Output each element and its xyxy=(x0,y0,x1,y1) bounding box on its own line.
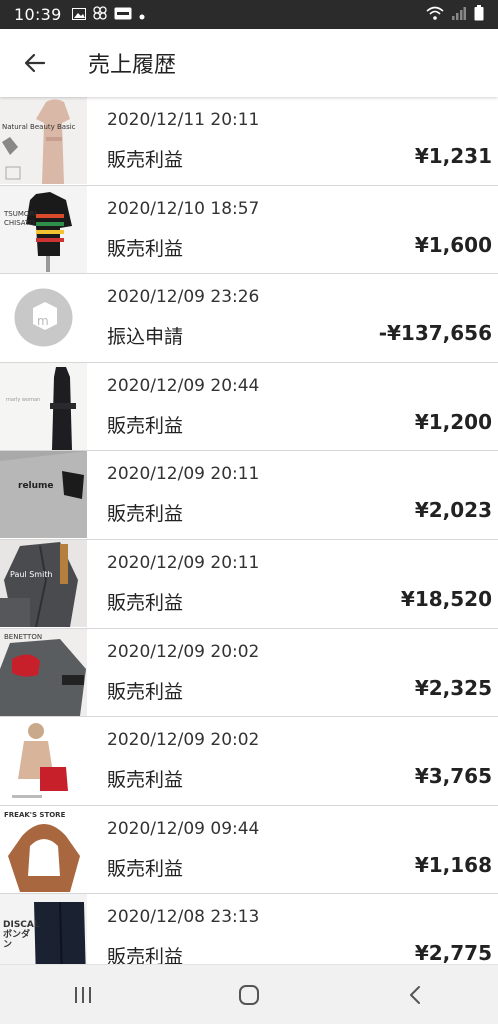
thumb-brand-label: relume xyxy=(18,481,54,492)
item-thumbnail: relume xyxy=(0,451,87,539)
entry-amount: ¥2,775 xyxy=(414,941,492,965)
entry-type: 販売利益 xyxy=(107,591,184,614)
battery-icon xyxy=(474,4,484,25)
entry-amount: ¥1,600 xyxy=(414,232,492,257)
list-item[interactable]: relume 2020/12/09 20:11 販売利益 ¥2,023 xyxy=(0,451,498,540)
home-button[interactable] xyxy=(219,965,279,1024)
list-item[interactable]: BENETTON 2020/12/09 20:02 販売利益 ¥2,325 xyxy=(0,628,498,718)
entry-type: 振込申請 xyxy=(107,326,184,349)
entry-amount: ¥2,023 xyxy=(414,498,492,523)
item-thumbnail: TSUMORI CHISATO xyxy=(0,185,87,273)
pinwheel-icon xyxy=(92,5,107,24)
entry-date: 2020/12/08 23:13 xyxy=(107,907,260,928)
recent-apps-icon xyxy=(75,986,91,1003)
item-thumbnail xyxy=(0,717,87,805)
list-item[interactable]: m 2020/12/09 23:26 振込申請 -¥137,656 xyxy=(0,274,498,363)
entry-amount: ¥3,765 xyxy=(414,764,492,789)
entry-date: 2020/12/09 20:11 xyxy=(107,552,260,573)
arrow-left-icon xyxy=(24,53,46,73)
entry-date: 2020/12/09 20:02 xyxy=(107,730,260,751)
list-item[interactable]: Paul Smith 2020/12/09 20:11 販売利益 ¥18,520 xyxy=(0,539,498,629)
thumb-brand-label: m xyxy=(37,314,49,329)
entry-type: 販売利益 xyxy=(107,414,184,437)
entry-type: 販売利益 xyxy=(107,149,184,171)
list-item[interactable]: DISCAL ボンダン 2020/12/08 23:13 販売利益 ¥2,775 xyxy=(0,894,498,965)
item-thumbnail: Paul Smith xyxy=(0,539,87,627)
list-item[interactable]: Natural Beauty Basic 2020/12/11 20:11 販売… xyxy=(0,97,498,186)
dot-icon xyxy=(139,5,145,24)
status-time: 10:39 xyxy=(14,5,62,24)
entry-type: 販売利益 xyxy=(107,680,184,703)
entry-date: 2020/12/09 20:44 xyxy=(107,375,260,396)
app-header: 売上履歴 xyxy=(0,29,498,97)
item-thumbnail: BENETTON xyxy=(0,628,87,716)
list-item[interactable]: FREAK'S STORE 2020/12/09 09:44 販売利益 ¥1,1… xyxy=(0,805,498,895)
entry-amount: ¥1,200 xyxy=(414,409,492,434)
entry-amount: -¥137,656 xyxy=(378,321,492,346)
entry-amount: ¥1,168 xyxy=(414,852,492,877)
signal-icon xyxy=(452,5,466,24)
item-thumbnail: FREAK'S STORE xyxy=(0,805,87,893)
sales-history-list[interactable]: Natural Beauty Basic 2020/12/11 20:11 販売… xyxy=(0,97,498,965)
system-nav-bar xyxy=(0,964,498,1024)
status-bar: 10:39 xyxy=(0,0,498,29)
entry-date: 2020/12/09 20:02 xyxy=(107,641,260,662)
item-thumbnail: marly woman xyxy=(0,362,87,450)
page-title: 売上履歴 xyxy=(88,53,177,78)
chevron-left-icon xyxy=(410,985,420,1004)
entry-type: 販売利益 xyxy=(107,503,184,526)
entry-date: 2020/12/10 18:57 xyxy=(107,198,260,219)
entry-type: 販売利益 xyxy=(107,769,184,792)
entry-type: 販売利益 xyxy=(107,237,184,260)
entry-date: 2020/12/09 20:11 xyxy=(107,464,260,485)
entry-amount: ¥2,325 xyxy=(414,675,492,700)
system-back-button[interactable] xyxy=(385,965,445,1024)
gallery-icon xyxy=(71,5,86,24)
item-thumbnail: DISCAL ボンダン xyxy=(0,894,87,965)
entry-amount: ¥18,520 xyxy=(400,586,492,611)
back-button[interactable] xyxy=(0,29,70,97)
thumb-brand-label: marly woman xyxy=(6,396,41,403)
thumb-brand-label: BENETTON xyxy=(4,632,43,641)
item-thumbnail: Natural Beauty Basic xyxy=(0,97,87,184)
app-notification-icon xyxy=(114,5,132,24)
entry-date: 2020/12/09 09:44 xyxy=(107,818,260,839)
list-item[interactable]: marly woman 2020/12/09 20:44 販売利益 ¥1,200 xyxy=(0,362,498,452)
thumb-brand-label: TSUMORI CHISATO xyxy=(4,209,37,227)
thumb-brand-label: Natural Beauty Basic xyxy=(2,123,76,131)
thumb-brand-label: DISCAL ボンダン xyxy=(3,920,40,951)
wifi-icon xyxy=(426,5,444,24)
thumb-brand-label: FREAK'S STORE xyxy=(4,810,66,819)
mercari-logo-thumbnail: m xyxy=(0,274,87,362)
recent-apps-button[interactable] xyxy=(53,965,113,1024)
list-item[interactable]: TSUMORI CHISATO 2020/12/10 18:57 販売利益 ¥1… xyxy=(0,185,498,275)
list-item[interactable]: 2020/12/09 20:02 販売利益 ¥3,765 xyxy=(0,717,498,806)
home-icon xyxy=(239,984,259,1005)
entry-amount: ¥1,231 xyxy=(414,144,492,168)
entry-date: 2020/12/11 20:11 xyxy=(107,110,260,130)
entry-date: 2020/12/09 23:26 xyxy=(107,287,260,308)
thumb-brand-label: Paul Smith xyxy=(10,569,53,579)
entry-type: 販売利益 xyxy=(107,857,184,880)
entry-type: 販売利益 xyxy=(107,946,184,965)
